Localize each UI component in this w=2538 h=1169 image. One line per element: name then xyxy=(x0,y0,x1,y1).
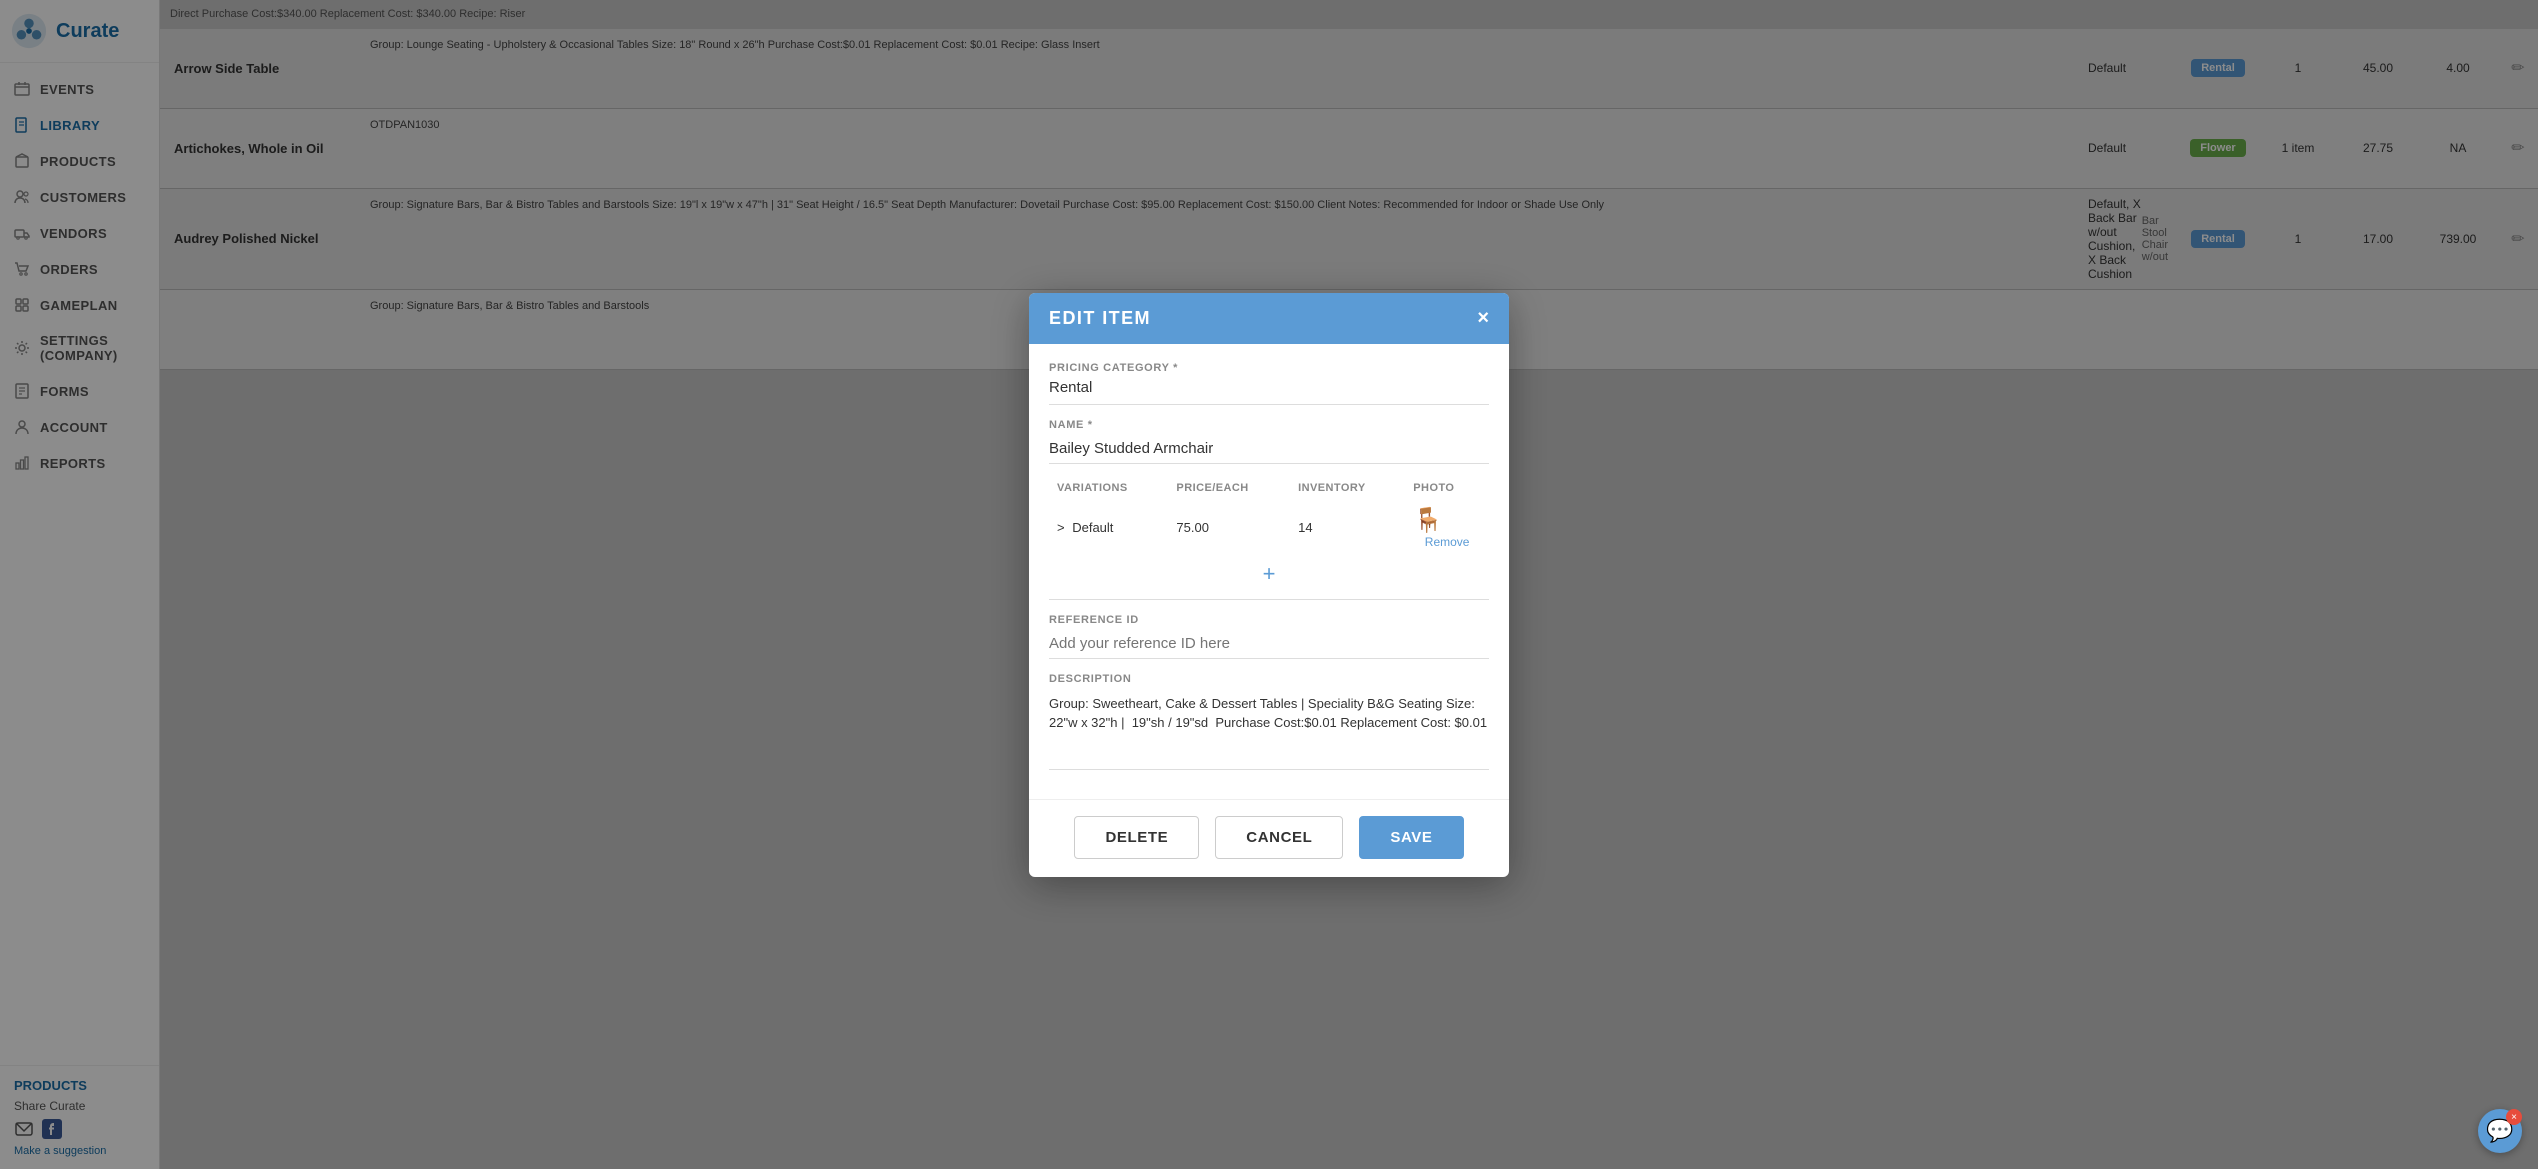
name-field: NAME * xyxy=(1049,419,1489,464)
chat-bubble[interactable]: 💬 × xyxy=(2478,1109,2522,1153)
add-variation-button[interactable]: + xyxy=(1263,561,1276,587)
reference-id-input[interactable] xyxy=(1049,631,1489,659)
variation-inventory: 14 xyxy=(1290,498,1405,557)
variation-row: > Default 75.00 14 🪑 Remove xyxy=(1049,498,1489,557)
pricing-category-value: Rental xyxy=(1049,379,1489,405)
variations-table: VARIATIONS PRICE/EACH INVENTORY PHOTO > … xyxy=(1049,478,1489,557)
variations-col-header: VARIATIONS xyxy=(1049,478,1168,498)
cancel-button[interactable]: CANCEL xyxy=(1215,816,1343,859)
modal-body: PRICING CATEGORY * Rental NAME * VARIATI… xyxy=(1029,344,1509,799)
variation-photo: 🪑 Remove xyxy=(1405,498,1489,557)
save-button[interactable]: SAVE xyxy=(1359,816,1463,859)
variation-name: > Default xyxy=(1049,498,1168,557)
photo-col-header: PHOTO xyxy=(1405,478,1489,498)
reference-id-label: REFERENCE ID xyxy=(1049,614,1489,626)
modal-header: EDIT ITEM × xyxy=(1029,293,1509,344)
edit-item-modal: EDIT ITEM × PRICING CATEGORY * Rental NA… xyxy=(1029,293,1509,877)
pricing-category-label: PRICING CATEGORY * xyxy=(1049,362,1489,374)
remove-link[interactable]: Remove xyxy=(1413,535,1481,549)
inventory-col-header: INVENTORY xyxy=(1290,478,1405,498)
variations-section: VARIATIONS PRICE/EACH INVENTORY PHOTO > … xyxy=(1049,478,1489,600)
description-label: DESCRIPTION xyxy=(1049,673,1489,685)
modal-close-button[interactable]: × xyxy=(1477,307,1489,330)
pricing-category-field: PRICING CATEGORY * Rental xyxy=(1049,362,1489,405)
modal-overlay: EDIT ITEM × PRICING CATEGORY * Rental NA… xyxy=(0,0,2538,1169)
description-field: DESCRIPTION Group: Sweetheart, Cake & De… xyxy=(1049,673,1489,775)
chair-icon: 🪑 xyxy=(1413,507,1443,534)
delete-button[interactable]: DELETE xyxy=(1074,816,1199,859)
reference-id-field: REFERENCE ID xyxy=(1049,614,1489,659)
name-label: NAME * xyxy=(1049,419,1489,431)
modal-footer: DELETE CANCEL SAVE xyxy=(1029,799,1509,877)
name-input[interactable] xyxy=(1049,436,1489,464)
modal-title: EDIT ITEM xyxy=(1049,308,1151,329)
variation-price: 75.00 xyxy=(1168,498,1290,557)
price-col-header: PRICE/EACH xyxy=(1168,478,1290,498)
description-textarea[interactable]: Group: Sweetheart, Cake & Dessert Tables… xyxy=(1049,690,1489,770)
chat-close-badge: × xyxy=(2506,1109,2522,1125)
